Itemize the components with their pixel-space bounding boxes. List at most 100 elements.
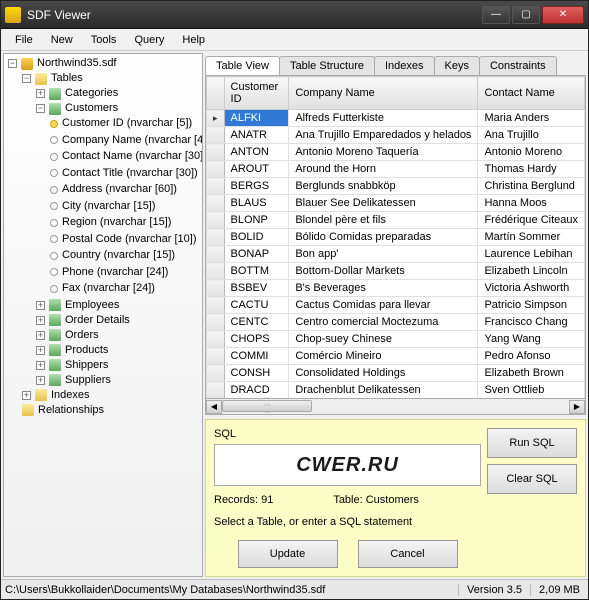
- cell-customer-id[interactable]: BLAUS: [224, 195, 289, 212]
- menu-query[interactable]: Query: [126, 32, 172, 48]
- row-header[interactable]: [207, 195, 225, 212]
- table-row[interactable]: COMMIComércio MineiroPedro Afonso: [207, 348, 585, 365]
- cell-company-name[interactable]: Alfreds Futterkiste: [289, 110, 478, 127]
- tree-column[interactable]: Country (nvarchar [15]): [50, 248, 175, 263]
- table-row[interactable]: BERGSBerglunds snabbköpChristina Berglun…: [207, 178, 585, 195]
- tree-column[interactable]: Phone (nvarchar [24]): [50, 265, 168, 280]
- tree-tables[interactable]: −Tables: [22, 71, 83, 86]
- tree-column[interactable]: City (nvarchar [15]): [50, 199, 156, 214]
- update-button[interactable]: Update: [238, 540, 338, 568]
- cell-contact-name[interactable]: Laurence Lebihan: [478, 246, 585, 263]
- close-button[interactable]: ✕: [542, 6, 584, 24]
- col-company-name[interactable]: Company Name: [289, 77, 478, 110]
- row-header[interactable]: [207, 246, 225, 263]
- cell-customer-id[interactable]: BONAP: [224, 246, 289, 263]
- cell-contact-name[interactable]: Ana Trujillo: [478, 127, 585, 144]
- cell-contact-name[interactable]: Patricio Simpson: [478, 297, 585, 314]
- run-sql-button[interactable]: Run SQL: [487, 428, 577, 458]
- cell-company-name[interactable]: Cactus Comidas para llevar: [289, 297, 478, 314]
- expander-icon[interactable]: −: [8, 59, 17, 68]
- cell-company-name[interactable]: Blondel père et fils: [289, 212, 478, 229]
- tree-column[interactable]: Address (nvarchar [60]): [50, 182, 177, 197]
- cell-customer-id[interactable]: BOTTM: [224, 263, 289, 280]
- tab-keys[interactable]: Keys: [434, 56, 480, 75]
- cell-company-name[interactable]: Bon app': [289, 246, 478, 263]
- tree-table[interactable]: +Categories: [36, 86, 118, 101]
- cell-customer-id[interactable]: BERGS: [224, 178, 289, 195]
- tree-relationships[interactable]: Relationships: [22, 403, 104, 418]
- table-row[interactable]: ALFKIAlfreds FutterkisteMaria Anders: [207, 110, 585, 127]
- cell-contact-name[interactable]: Yang Wang: [478, 331, 585, 348]
- row-header[interactable]: [207, 263, 225, 280]
- row-header[interactable]: [207, 280, 225, 297]
- scroll-thumb[interactable]: [222, 400, 312, 412]
- cell-contact-name[interactable]: Thomas Hardy: [478, 161, 585, 178]
- cell-contact-name[interactable]: Christina Berglund: [478, 178, 585, 195]
- cell-customer-id[interactable]: CONSH: [224, 365, 289, 382]
- expander-icon[interactable]: +: [22, 391, 31, 400]
- table-row[interactable]: BSBEVB's BeveragesVictoria Ashworth: [207, 280, 585, 297]
- expander-icon[interactable]: +: [36, 89, 45, 98]
- minimize-button[interactable]: —: [482, 6, 510, 24]
- cell-contact-name[interactable]: Francisco Chang: [478, 314, 585, 331]
- cell-customer-id[interactable]: AROUT: [224, 161, 289, 178]
- cell-customer-id[interactable]: CACTU: [224, 297, 289, 314]
- cell-contact-name[interactable]: Elizabeth Lincoln: [478, 263, 585, 280]
- cell-customer-id[interactable]: BOLID: [224, 229, 289, 246]
- tree-table[interactable]: +Order Details: [36, 313, 130, 328]
- table-row[interactable]: CHOPSChop-suey ChineseYang Wang: [207, 331, 585, 348]
- cell-company-name[interactable]: Around the Horn: [289, 161, 478, 178]
- data-grid[interactable]: Customer ID Company Name Contact Name AL…: [205, 75, 586, 399]
- tab-table-view[interactable]: Table View: [205, 56, 280, 75]
- tree-column[interactable]: Postal Code (nvarchar [10]): [50, 232, 197, 247]
- cell-company-name[interactable]: Blauer See Delikatessen: [289, 195, 478, 212]
- cell-contact-name[interactable]: Martín Sommer: [478, 229, 585, 246]
- expander-icon[interactable]: +: [36, 331, 45, 340]
- cell-contact-name[interactable]: Frédérique Citeaux: [478, 212, 585, 229]
- tree-column[interactable]: Company Name (nvarchar [40]): [50, 133, 203, 148]
- row-header[interactable]: [207, 161, 225, 178]
- cell-company-name[interactable]: Bólido Comidas preparadas: [289, 229, 478, 246]
- row-header[interactable]: [207, 127, 225, 144]
- row-header[interactable]: [207, 365, 225, 382]
- row-header[interactable]: [207, 348, 225, 365]
- row-header[interactable]: [207, 331, 225, 348]
- cell-contact-name[interactable]: Victoria Ashworth: [478, 280, 585, 297]
- cell-company-name[interactable]: Comércio Mineiro: [289, 348, 478, 365]
- tab-table-structure[interactable]: Table Structure: [279, 56, 375, 75]
- cell-customer-id[interactable]: BSBEV: [224, 280, 289, 297]
- row-header[interactable]: [207, 178, 225, 195]
- menu-tools[interactable]: Tools: [83, 32, 125, 48]
- table-row[interactable]: CENTCCentro comercial MoctezumaFrancisco…: [207, 314, 585, 331]
- tree-pane[interactable]: −Northwind35.sdf −Tables +Categories−Cus…: [3, 53, 203, 577]
- cell-contact-name[interactable]: Antonio Moreno: [478, 144, 585, 161]
- tree-column[interactable]: Customer ID (nvarchar [5]): [50, 116, 192, 131]
- cell-customer-id[interactable]: DRACD: [224, 382, 289, 399]
- row-header[interactable]: [207, 144, 225, 161]
- cell-company-name[interactable]: B's Beverages: [289, 280, 478, 297]
- table-row[interactable]: CACTUCactus Comidas para llevarPatricio …: [207, 297, 585, 314]
- tree-indexes[interactable]: +Indexes: [22, 388, 90, 403]
- titlebar[interactable]: SDF Viewer — ▢ ✕: [1, 1, 588, 29]
- expander-icon[interactable]: +: [36, 346, 45, 355]
- row-header[interactable]: [207, 314, 225, 331]
- cell-contact-name[interactable]: Sven Ottlieb: [478, 382, 585, 399]
- cell-contact-name[interactable]: Maria Anders: [478, 110, 585, 127]
- cell-company-name[interactable]: Bottom-Dollar Markets: [289, 263, 478, 280]
- expander-icon[interactable]: +: [36, 316, 45, 325]
- cell-company-name[interactable]: Ana Trujillo Emparedados y helados: [289, 127, 478, 144]
- table-row[interactable]: ANATRAna Trujillo Emparedados y heladosA…: [207, 127, 585, 144]
- tree-table[interactable]: +Products: [36, 343, 108, 358]
- tab-indexes[interactable]: Indexes: [374, 56, 435, 75]
- table-row[interactable]: BOTTMBottom-Dollar MarketsElizabeth Linc…: [207, 263, 585, 280]
- table-row[interactable]: BOLIDBólido Comidas preparadasMartín Som…: [207, 229, 585, 246]
- tree-root[interactable]: −Northwind35.sdf: [8, 56, 117, 71]
- maximize-button[interactable]: ▢: [512, 6, 540, 24]
- cell-customer-id[interactable]: BLONP: [224, 212, 289, 229]
- row-header[interactable]: [207, 212, 225, 229]
- cell-company-name[interactable]: Drachenblut Delikatessen: [289, 382, 478, 399]
- table-row[interactable]: CONSHConsolidated HoldingsElizabeth Brow…: [207, 365, 585, 382]
- cell-company-name[interactable]: Consolidated Holdings: [289, 365, 478, 382]
- table-row[interactable]: ANTONAntonio Moreno TaqueríaAntonio More…: [207, 144, 585, 161]
- tree-table-customers[interactable]: −Customers: [36, 101, 118, 116]
